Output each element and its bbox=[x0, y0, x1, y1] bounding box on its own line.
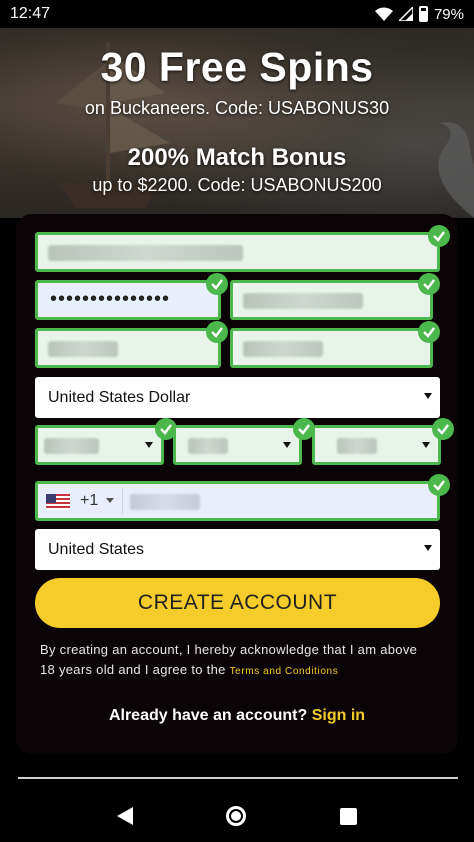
chevron-down-icon bbox=[422, 442, 430, 448]
currency-select-value: United States Dollar bbox=[48, 388, 191, 406]
promo-banner: 30 Free Spins on Buckaneers. Code: USABO… bbox=[0, 28, 474, 218]
username-field[interactable] bbox=[230, 273, 440, 320]
password-field[interactable]: ••••••••••••••• bbox=[35, 273, 228, 320]
last-name-field[interactable] bbox=[230, 321, 440, 368]
birth-day-select[interactable] bbox=[173, 418, 315, 465]
promo-title-subtitle: on Buckaneers. Code: USABONUS30 bbox=[84, 98, 390, 118]
signin-link[interactable]: Sign in bbox=[312, 707, 365, 724]
recent-apps-icon[interactable] bbox=[340, 807, 358, 825]
password-mask: ••••••••••••••• bbox=[50, 288, 171, 310]
wifi-icon bbox=[374, 7, 393, 21]
battery-icon bbox=[418, 6, 428, 22]
navigation-bar bbox=[0, 790, 474, 842]
valid-check-icon bbox=[206, 321, 228, 343]
back-icon[interactable] bbox=[116, 807, 133, 825]
redacted-value bbox=[48, 245, 243, 261]
valid-check-icon bbox=[428, 225, 450, 247]
chevron-down-icon bbox=[283, 442, 291, 448]
status-icons: 79% bbox=[374, 5, 464, 23]
status-time: 12:47 bbox=[10, 5, 51, 22]
create-account-button[interactable]: CREATE ACCOUNT bbox=[35, 578, 440, 628]
home-icon[interactable] bbox=[226, 806, 247, 826]
us-flag-icon[interactable] bbox=[46, 494, 70, 510]
divider bbox=[18, 777, 458, 779]
promo-bonus-subtitle: up to $2200. Code: USABONUS200 bbox=[92, 175, 382, 195]
valid-check-icon bbox=[428, 474, 450, 496]
redacted-value bbox=[243, 341, 323, 357]
signin-row: Already have an account? Sign in bbox=[0, 707, 474, 725]
promo-bonus: 200% Match Bonus bbox=[127, 144, 347, 171]
country-select-value: United States bbox=[48, 540, 145, 558]
divider bbox=[122, 488, 123, 514]
phone-country-code[interactable]: +1 bbox=[80, 492, 98, 510]
redacted-value bbox=[337, 438, 377, 454]
birth-month-select[interactable] bbox=[35, 418, 177, 465]
valid-check-icon bbox=[432, 418, 454, 440]
first-name-field[interactable] bbox=[35, 321, 228, 368]
redacted-value bbox=[48, 341, 118, 357]
email-field[interactable] bbox=[35, 225, 450, 272]
chevron-down-icon bbox=[424, 545, 432, 551]
chevron-down-icon bbox=[424, 393, 432, 399]
battery-level: 79% bbox=[433, 5, 464, 23]
redacted-value bbox=[188, 438, 228, 454]
legal-text: By creating an account, I hereby acknowl… bbox=[40, 642, 418, 677]
valid-check-icon bbox=[418, 321, 440, 343]
phone-field[interactable]: +1 bbox=[35, 474, 450, 521]
signal-icon bbox=[398, 7, 413, 21]
birth-year-select[interactable] bbox=[312, 418, 454, 465]
redacted-value bbox=[44, 438, 99, 454]
redacted-value bbox=[130, 494, 200, 510]
valid-check-icon bbox=[206, 273, 228, 295]
promo-title: 30 Free Spins bbox=[100, 44, 374, 90]
chevron-down-icon bbox=[145, 442, 153, 448]
currency-select[interactable]: United States Dollar bbox=[35, 377, 440, 418]
signin-prompt: Already have an account? bbox=[108, 707, 308, 724]
status-bar: 12:47 79% bbox=[0, 0, 474, 28]
terms-link[interactable]: Terms and Conditions bbox=[230, 666, 339, 677]
chevron-down-icon[interactable] bbox=[106, 498, 114, 503]
country-select[interactable]: United States bbox=[35, 529, 440, 570]
valid-check-icon bbox=[418, 273, 440, 295]
redacted-value bbox=[243, 293, 363, 309]
legal-notice: By creating an account, I hereby acknowl… bbox=[40, 640, 435, 682]
